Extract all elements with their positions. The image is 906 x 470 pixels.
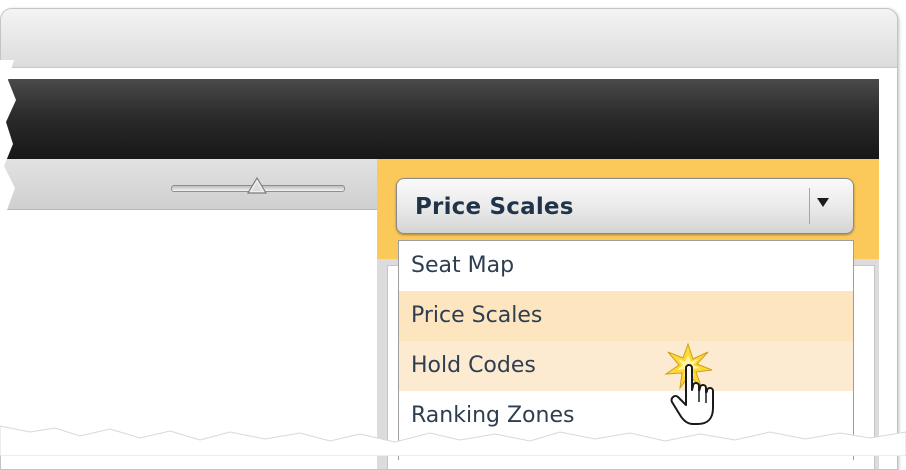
dropdown-selected-value: Price Scales — [415, 194, 574, 220]
menu-item-hold-codes[interactable]: Hold Codes — [399, 341, 853, 391]
menu-item-price-scales[interactable]: Price Scales — [399, 291, 853, 341]
slider-thumb-icon[interactable] — [247, 177, 267, 195]
menu-item-seat-map[interactable]: Seat Map — [399, 241, 853, 291]
app-header-bar — [1, 79, 879, 159]
dropdown-divider — [809, 188, 810, 224]
torn-edge-left — [0, 60, 17, 430]
triangle-down-icon[interactable] — [817, 198, 829, 207]
view-select-dropdown[interactable]: Price Scales — [396, 178, 854, 234]
window-titlebar — [1, 9, 897, 68]
toolbar-strip — [1, 159, 377, 210]
torn-edge-bottom — [0, 425, 906, 456]
click-burst-icon — [664, 342, 713, 390]
